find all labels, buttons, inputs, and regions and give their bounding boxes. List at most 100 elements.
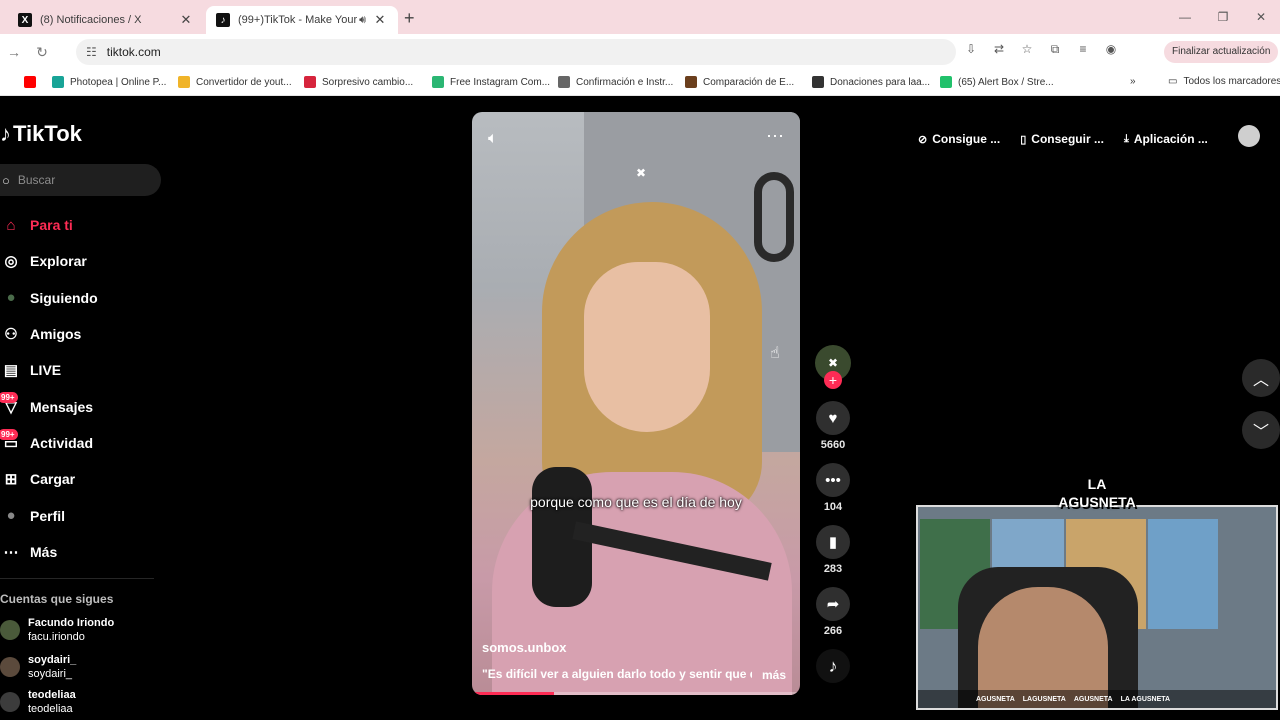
- watermark-icon: ✖: [636, 166, 647, 180]
- account-name: soydairi_: [28, 654, 77, 666]
- x-icon: X: [18, 13, 32, 27]
- sidebar-item-explorar[interactable]: ◎ Explorar: [0, 243, 98, 279]
- share-action[interactable]: ➦ 266: [812, 587, 854, 637]
- profile-avatar-icon: ●: [6, 507, 16, 525]
- sidebar-item-label: Cargar: [30, 471, 76, 488]
- bookmark-item[interactable]: Sorpresivo cambio...: [304, 76, 413, 88]
- comment-icon[interactable]: •••: [816, 463, 850, 497]
- bookmark-label: Free Instagram Com...: [450, 76, 551, 88]
- close-icon[interactable]: ✕: [178, 12, 194, 28]
- webcam-overlay: AGUSNETA LAGUSNETA AGUSNETA LA AGUSNETA: [916, 505, 1278, 710]
- bookmark-icon: [812, 76, 824, 88]
- video-author[interactable]: somos.unbox: [482, 640, 567, 655]
- following-account[interactable]: Facundo Iriondo facu.iriondo: [0, 616, 114, 644]
- sidebar-item-label: Amigos: [30, 326, 82, 343]
- tiktok-note-icon: ♪: [0, 121, 11, 146]
- stream-logo: LA AGUSNETA: [1058, 476, 1136, 510]
- bookmark-icon: [52, 76, 64, 88]
- install-icon[interactable]: ⇩: [962, 42, 980, 57]
- sidebar-item-siguiendo[interactable]: ● Siguiendo: [0, 280, 97, 316]
- all-bookmarks[interactable]: ▭ Todos los marcadores: [1168, 76, 1280, 87]
- account-handle: facu.iriondo: [28, 631, 85, 643]
- media-icon[interactable]: ≡: [1074, 42, 1092, 57]
- bookmark-icon: [432, 76, 444, 88]
- header-link-label: Consigue ...: [932, 132, 1001, 146]
- bookmark-item[interactable]: Confirmación e Instr...: [558, 76, 673, 88]
- sidebar-item-mas[interactable]: ⋯ Más: [0, 534, 98, 570]
- bookmark-item[interactable]: Comparación de E...: [685, 76, 794, 88]
- translate-icon[interactable]: ⇄: [990, 42, 1008, 57]
- youtube-icon[interactable]: [24, 76, 42, 88]
- video-subtitle: porque como que es el día de hoy: [530, 494, 742, 510]
- sidebar-item-cargar[interactable]: ⊞ Cargar: [0, 461, 98, 497]
- bookmark-label: Confirmación e Instr...: [576, 76, 674, 88]
- minimize-button[interactable]: —: [1166, 0, 1204, 34]
- new-tab-button[interactable]: +: [404, 8, 415, 29]
- sidebar-item-mensajes[interactable]: ▽ 99+ Mensajes: [0, 388, 98, 424]
- video-progress-fill: [472, 692, 554, 695]
- following-account[interactable]: soydairi_ soydairi_: [0, 653, 76, 681]
- top-right-header: ⊘ Consigue ... ▯ Conseguir ... ⤓ Aplicac…: [918, 121, 1280, 157]
- bookmark-label: Comparación de E...: [703, 76, 795, 88]
- desktop-app-link[interactable]: ⤓ Aplicación ...: [1124, 132, 1208, 146]
- sidebar-item-label: LIVE: [30, 362, 62, 379]
- volume-icon[interactable]: 🔈︎: [488, 130, 498, 148]
- bookmark-icon[interactable]: ▮: [816, 525, 850, 559]
- tiktok-logo[interactable]: ♪ TikTok: [0, 121, 82, 147]
- bookmark-item[interactable]: Donaciones para laa...: [812, 76, 930, 88]
- site-info-icon[interactable]: ☷: [86, 45, 97, 59]
- address-bar: → ↻ ☷ tiktok.com ⇩ ⇄ ☆ ⧉ ≡ ◉ Finalizar a…: [0, 34, 1280, 70]
- url-field[interactable]: ☷ tiktok.com: [76, 39, 956, 65]
- caption-more-link[interactable]: más: [762, 668, 786, 682]
- profile-icon[interactable]: ◉: [1102, 42, 1120, 57]
- more-options-icon[interactable]: ⋯: [766, 126, 784, 147]
- video-player[interactable]: 🔈︎ ⋯ ✖ porque como que es el día de hoy …: [472, 112, 800, 695]
- tab-notifications[interactable]: X (8) Notificaciones / X ✕: [8, 6, 204, 34]
- user-avatar[interactable]: [1238, 125, 1260, 147]
- reload-button[interactable]: ↻: [28, 44, 56, 61]
- following-account[interactable]: teodeliaa teodeliaa: [0, 688, 76, 716]
- get-coins-link[interactable]: ⊘ Consigue ...: [918, 132, 1000, 146]
- sidebar-item-para-ti[interactable]: ⌂ Para ti: [0, 207, 98, 243]
- follow-button[interactable]: +: [824, 371, 842, 389]
- url-text: tiktok.com: [106, 45, 161, 59]
- like-action[interactable]: ♥ 5660: [812, 401, 854, 451]
- chevron-up-icon[interactable]: ︿: [1242, 359, 1280, 397]
- close-window-button[interactable]: ✕: [1242, 0, 1280, 34]
- sidebar-item-live[interactable]: ▤ LIVE: [0, 352, 98, 388]
- bookmark-item[interactable]: Free Instagram Com...: [432, 76, 550, 88]
- tab-tiktok[interactable]: ♪ (99+)TikTok - Make Your Da 🔊︎ ✕: [206, 6, 398, 34]
- sidebar-item-actividad[interactable]: ▭ 99+ Actividad: [0, 425, 98, 461]
- speaker-icon[interactable]: 🔊︎: [359, 14, 366, 27]
- get-app-link[interactable]: ▯ Conseguir ...: [1020, 132, 1104, 146]
- sidebar-item-perfil[interactable]: ● Perfil: [0, 497, 98, 533]
- star-icon[interactable]: ☆: [1018, 42, 1036, 57]
- comment-action[interactable]: ••• 104: [812, 463, 854, 513]
- share-icon[interactable]: ➦: [816, 587, 850, 621]
- music-disc-icon[interactable]: ♪: [816, 649, 850, 683]
- close-icon[interactable]: ✕: [372, 12, 388, 28]
- sidebar-divider: [0, 578, 154, 579]
- restore-button[interactable]: ❐: [1204, 0, 1242, 34]
- more-bookmarks-icon[interactable]: »: [1130, 76, 1136, 87]
- video-progress-bar[interactable]: [472, 692, 800, 695]
- sidebar-nav: ⌂ Para ti ◎ Explorar ● Siguiendo ⚇ Amigo…: [0, 207, 98, 570]
- more-icon: ⋯: [3, 543, 19, 561]
- extensions-icon[interactable]: ⧉: [1046, 42, 1064, 57]
- bookmark-icon: [304, 76, 316, 88]
- header-link-label: Aplicación ...: [1133, 132, 1208, 146]
- search-input[interactable]: ○ Buscar: [0, 164, 161, 196]
- heart-icon[interactable]: ♥: [816, 401, 850, 435]
- save-action[interactable]: ▮ 283: [812, 525, 854, 575]
- bookmark-item[interactable]: Photopea | Online P...: [52, 76, 166, 88]
- bookmark-icon: [178, 76, 190, 88]
- update-button[interactable]: Finalizar actualización: [1164, 41, 1279, 63]
- bookmark-item[interactable]: Convertidor de yout...: [178, 76, 292, 88]
- save-count: 283: [823, 563, 843, 575]
- chevron-down-icon[interactable]: ﹀: [1242, 411, 1280, 449]
- tiktok-icon: ♪: [216, 13, 230, 27]
- forward-button[interactable]: →: [0, 44, 28, 60]
- all-bookmarks-label: Todos los marcadores: [1183, 76, 1280, 87]
- bookmark-item[interactable]: (65) Alert Box / Stre...: [940, 76, 1054, 88]
- sidebar-item-amigos[interactable]: ⚇ Amigos: [0, 316, 98, 352]
